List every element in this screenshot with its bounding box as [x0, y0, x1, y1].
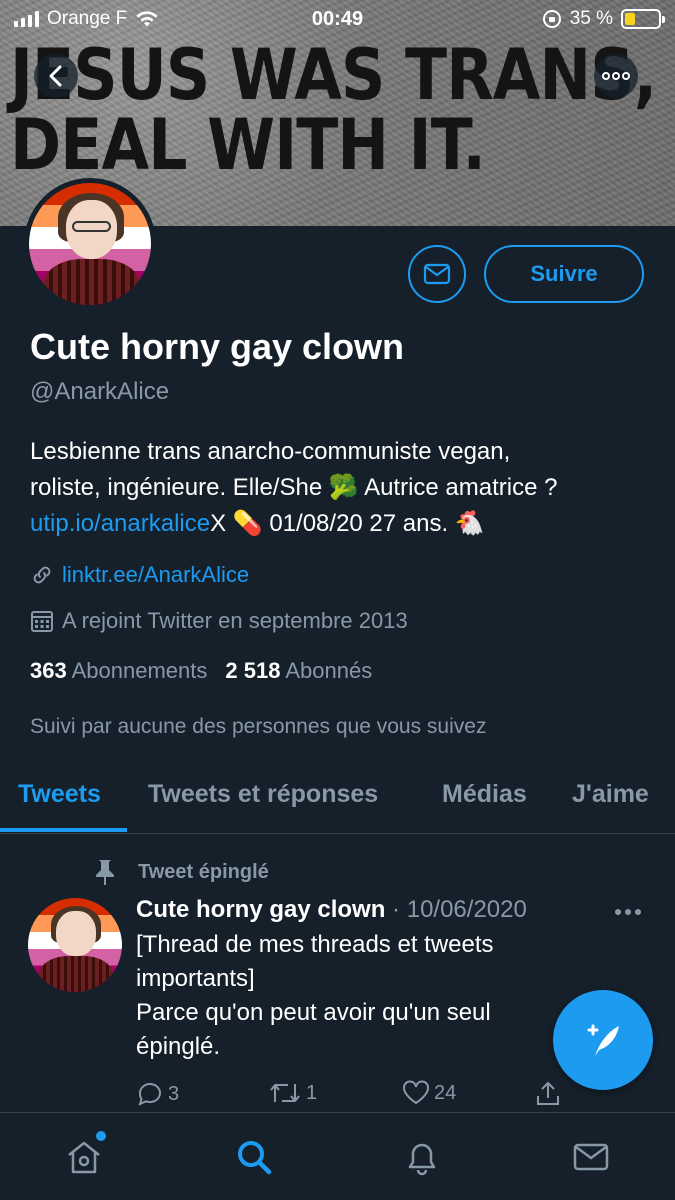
reply-count: 3	[168, 1082, 180, 1105]
home-notification-dot	[96, 1131, 106, 1141]
retweet-icon	[270, 1084, 300, 1102]
tweet-more-button[interactable]	[614, 896, 642, 922]
envelope-icon	[573, 1143, 609, 1171]
bio-link[interactable]: utip.io/anarkalice	[30, 510, 210, 537]
followers-label: Abonnés	[285, 658, 373, 683]
tweet-author-avatar[interactable]	[28, 898, 122, 992]
avatar-image	[29, 183, 151, 305]
pinned-indicator: Tweet épinglé	[92, 858, 269, 886]
message-button[interactable]	[408, 245, 466, 303]
orientation-lock-icon	[542, 10, 561, 28]
nav-home[interactable]	[62, 1131, 106, 1179]
followed-by-text: Suivi par aucune des personnes que vous …	[30, 715, 487, 738]
banner-line-2: DEAL WITH IT.	[10, 104, 486, 186]
active-tab-indicator	[0, 828, 127, 832]
tweet-text-line-2: importants]	[136, 965, 255, 992]
website-link[interactable]: linktr.ee/AnarkAlice	[62, 562, 249, 588]
profile-bio: Lesbienne trans anarcho-communiste vegan…	[30, 434, 660, 542]
tweet-author-name[interactable]: Cute horny gay clown	[136, 896, 385, 923]
tweet-separator: ·	[392, 896, 401, 923]
compose-tweet-button[interactable]	[553, 990, 653, 1090]
heart-icon	[403, 1080, 429, 1105]
search-icon	[238, 1141, 272, 1175]
banner-text: JESUS WAS TRANS, DEAL WITH IT.	[10, 40, 657, 186]
retweet-button[interactable]: 1	[268, 1080, 317, 1106]
home-icon	[68, 1141, 100, 1174]
follow-button[interactable]: Suivre	[484, 245, 644, 303]
tweet-text-line-4: épinglé.	[136, 1033, 221, 1060]
following-label: Abonnements	[71, 658, 208, 683]
compose-icon	[587, 1024, 619, 1056]
bell-icon	[408, 1143, 436, 1176]
envelope-icon	[423, 263, 451, 285]
battery-percent: 35 %	[569, 8, 613, 29]
joined-date: A rejoint Twitter en septembre 2013	[62, 608, 408, 633]
bio-line-2: roliste, ingénieure. Elle/She 🥦 Autrice …	[30, 474, 558, 501]
tab-tweets-and-replies[interactable]: Tweets et réponses	[148, 780, 378, 809]
profile-name: Cute horny gay clown	[30, 326, 405, 367]
tweet-header: Cute horny gay clown · 10/06/2020	[136, 896, 527, 924]
nav-messages[interactable]	[569, 1135, 613, 1179]
more-horizontal-icon	[615, 909, 641, 915]
link-icon	[33, 566, 51, 584]
comment-icon	[138, 1083, 161, 1106]
like-button[interactable]: 24	[402, 1080, 456, 1106]
share-button[interactable]	[534, 1080, 562, 1108]
battery-icon	[621, 9, 665, 29]
following-stat[interactable]: 363 Abonnements	[30, 658, 207, 684]
bio-line-3: utip.io/anarkaliceX 💊 01/08/20 27 ans. 🐔	[30, 506, 660, 542]
profile-tabs: Tweets Tweets et réponses Médias J'aime	[0, 760, 675, 834]
more-horizontal-icon	[602, 72, 630, 80]
profile-handle: @AnarkAlice	[30, 378, 170, 405]
profile-avatar[interactable]	[24, 178, 156, 310]
more-options-button[interactable]	[594, 54, 638, 98]
back-button[interactable]	[34, 54, 78, 98]
tweet-text[interactable]: [Thread de mes threads et tweets importa…	[136, 928, 566, 1064]
tweet-actions: 3 1 24	[136, 1080, 576, 1110]
tab-media[interactable]: Médias	[442, 780, 527, 809]
follow-counts: 363 Abonnements 2 518 Abonnés	[30, 658, 372, 684]
website-row: linktr.ee/AnarkAlice	[30, 562, 249, 588]
bio-line-1: Lesbienne trans anarcho-communiste vegan…	[30, 438, 511, 465]
joined-row: A rejoint Twitter en septembre 2013	[30, 608, 408, 634]
retweet-count: 1	[306, 1081, 318, 1104]
reply-button[interactable]: 3	[136, 1080, 179, 1108]
nav-notifications[interactable]	[400, 1135, 444, 1179]
bio-line-3-rest: X 💊 01/08/20 27 ans. 🐔	[210, 510, 485, 537]
followers-stat[interactable]: 2 518 Abonnés	[225, 658, 372, 684]
share-icon	[537, 1082, 559, 1105]
nav-search[interactable]	[232, 1135, 276, 1179]
pinned-label: Tweet épinglé	[138, 860, 269, 883]
pin-icon	[96, 860, 114, 885]
followers-count: 2 518	[225, 658, 281, 683]
following-count: 363	[30, 658, 67, 683]
chevron-left-icon	[49, 65, 62, 87]
status-bar: Orange F 00:49 35 %	[0, 0, 675, 38]
tab-tweets[interactable]: Tweets	[18, 780, 101, 809]
tweet-date[interactable]: 10/06/2020	[407, 896, 527, 923]
tweet-text-line-3: Parce qu'on peut avoir qu'un seul	[136, 999, 491, 1026]
tweet-text-line-1: [Thread de mes threads et tweets	[136, 931, 494, 958]
tab-likes[interactable]: J'aime	[572, 780, 649, 809]
like-count: 24	[434, 1081, 457, 1104]
bottom-navigation	[0, 1112, 675, 1200]
calendar-icon	[31, 611, 53, 632]
